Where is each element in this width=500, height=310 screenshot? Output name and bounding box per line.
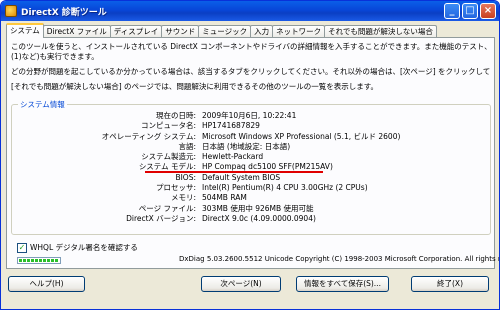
window-controls: _ □ × (444, 3, 496, 19)
whql-checkbox[interactable]: ✓ (17, 242, 27, 253)
dxdiag-window: DirectX 診断ツール _ □ × システム DirectX ファイル ディ… (0, 0, 500, 310)
info-row-date: 現在の日時: 2009年10月6日, 10:22:41 (12, 111, 490, 121)
progress-segment (47, 259, 50, 262)
info-label: 現在の日時: (155, 111, 196, 120)
info-label: オペレーティング システム: (101, 131, 196, 141)
info-row-computer-name: コンピュータ名: HP1741687829 (12, 121, 490, 131)
dxdiag-app-icon (5, 5, 17, 17)
info-value: Hewlett-Packard (202, 152, 264, 162)
info-row-language: 言語: 日本語 (地域設定: 日本語) (12, 142, 490, 152)
copyright-text: DxDiag 5.03.2600.5512 Unicode Copyright … (179, 255, 500, 263)
info-value: 日本語 (地域設定: 日本語) (202, 141, 291, 151)
maximize-button[interactable]: □ (462, 3, 478, 19)
info-label: プロセッサ: (155, 183, 196, 193)
info-row-model: システム モデル: HP Compaq dc5100 SFF(PM215AV) (12, 162, 490, 174)
system-tab-panel: このツールを使うと、インストールされている DirectX コンポーネントやドラ… (6, 37, 499, 269)
info-value: Microsoft Windows XP Professional (5.1, … (202, 131, 401, 141)
info-row-memory: メモリ: 504MB RAM (12, 193, 490, 203)
system-info-legend: システム情報 (18, 99, 67, 110)
title-bar[interactable]: DirectX 診断ツール _ □ × (1, 1, 499, 21)
progress-segment (51, 259, 54, 262)
whql-option[interactable]: ✓ WHQL デジタル署名を確認する (17, 242, 138, 253)
info-label: コンピュータ名: (140, 121, 196, 131)
info-row-bios: BIOS: Default System BIOS (12, 173, 490, 183)
progress-segment (27, 259, 30, 262)
info-label: BIOS: (175, 172, 196, 182)
info-label: 言語: (178, 141, 196, 151)
info-value: 504MB RAM (202, 193, 247, 203)
save-all-info-button[interactable]: 情報をすべて保存(S)... (296, 276, 389, 292)
minimize-button[interactable]: _ (444, 3, 460, 19)
info-row-manufacturer: システム製造元: Hewlett-Packard (12, 152, 490, 162)
progress-segment (39, 259, 42, 262)
intro-text: このツールを使うと、インストールされている DirectX コンポーネントやドラ… (11, 42, 491, 92)
progress-segment (35, 259, 38, 262)
info-value: HP1741687829 (202, 121, 260, 131)
progress-segment (19, 259, 22, 262)
info-row-processor: プロセッサ: Intel(R) Pentium(R) 4 CPU 3.00GHz… (12, 183, 490, 193)
exit-button[interactable]: 終了(X) (411, 276, 489, 292)
close-button[interactable]: × (480, 3, 496, 19)
system-info-rows: 現在の日時: 2009年10月6日, 10:22:41 コンピュータ名: HP1… (12, 111, 490, 224)
system-info-group: システム情報 現在の日時: 2009年10月6日, 10:22:41 コンピュー… (11, 99, 491, 235)
tab-system[interactable]: システム (6, 23, 44, 38)
window-title: DirectX 診断ツール (21, 7, 107, 18)
progress-segment (43, 259, 46, 262)
info-label: ページ ファイル: (138, 203, 196, 213)
tab-strip: システム DirectX ファイル ディスプレイ サウンド ミュージック 入力 … (6, 23, 437, 38)
help-button[interactable]: ヘルプ(H) (8, 276, 85, 292)
info-value: Default System BIOS (202, 172, 281, 182)
info-value: 303MB 使用中 926MB 使用可能 (202, 203, 314, 213)
intro-line-4: [それでも問題が解決しない場合] のページでは、問題解決に利用できるその他のツー… (11, 82, 378, 91)
info-value: 2009年10月6日, 10:22:41 (202, 111, 297, 120)
info-label: メモリ: (170, 193, 196, 203)
progress-segment (55, 259, 58, 262)
info-value: DirectX 9.0c (4.09.0000.0904) (202, 213, 316, 223)
info-row-page-file: ページ ファイル: 303MB 使用中 926MB 使用可能 (12, 204, 490, 214)
info-label: DirectX バージョン: (126, 213, 196, 223)
intro-line-1: このツールを使うと、インストールされている DirectX コンポーネントやドラ… (11, 42, 491, 51)
progress-segment (23, 259, 26, 262)
next-page-button[interactable]: 次ページ(N) (201, 276, 281, 292)
intro-line-2: (1)など)も実行できます。 (11, 52, 99, 61)
progress-segment (31, 259, 34, 262)
info-row-directx-version: DirectX バージョン: DirectX 9.0c (4.09.0000.0… (12, 214, 490, 224)
whql-label: WHQL デジタル署名を確認する (30, 243, 138, 252)
info-row-os: オペレーティング システム: Microsoft Windows XP Prof… (12, 132, 490, 142)
info-label: システム製造元: (141, 152, 196, 162)
info-value: Intel(R) Pentium(R) 4 CPU 3.00GHz (2 CPU… (202, 183, 368, 193)
progress-bar (17, 257, 61, 264)
intro-line-3: どの分野が問題を起こしているか分かっている場合は、該当するタブをクリックしてくだ… (11, 67, 491, 76)
